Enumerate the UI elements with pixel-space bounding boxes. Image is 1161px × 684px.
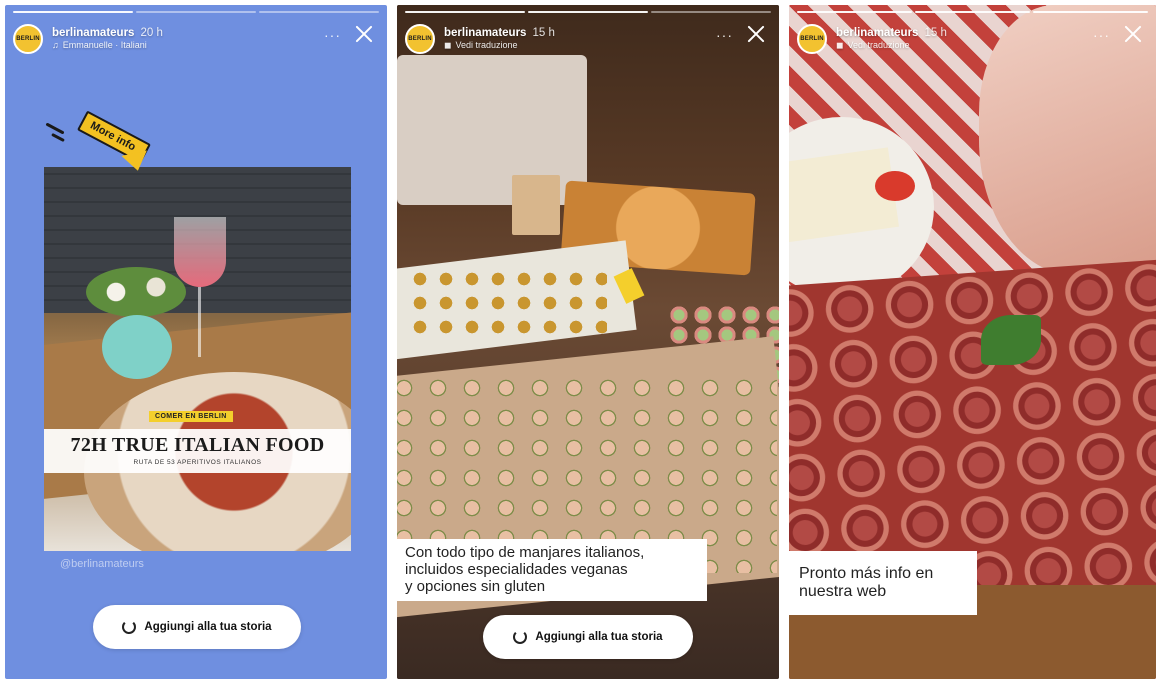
avatar-text: BERLIN (16, 36, 40, 42)
story-progress (13, 11, 379, 13)
username[interactable]: berlinamateurs (836, 27, 918, 39)
close-icon[interactable] (1122, 23, 1144, 45)
story-meta: berlinamateurs 20 h ♫ Emmanuelle · Italian… (52, 27, 163, 51)
story-caption: Pronto más info en nuestra web (789, 551, 977, 615)
post-image-glass (174, 217, 226, 287)
add-to-story-label: Aggiungi alla tua storia (535, 631, 663, 643)
progress-segment (136, 11, 256, 13)
story-caption: Con todo tipo de manjares italianos, inc… (397, 539, 707, 602)
shared-post[interactable]: COMER EN BERLIN 72H TRUE ITALIAN FOOD RU… (44, 167, 351, 551)
story-image-basil (981, 315, 1041, 365)
post-image-flowers (86, 267, 186, 317)
more-options-icon[interactable]: ··· (1093, 27, 1110, 43)
subline[interactable]: Emmanuelle · Italiani (63, 40, 147, 50)
story-frame-1[interactable]: BERLIN berlinamateurs 20 h ♫ Emmanuelle · … (5, 5, 387, 679)
post-image-stem (198, 287, 201, 357)
avatar-text: BERLIN (408, 36, 432, 42)
timestamp: 20 h (140, 27, 163, 40)
add-to-story-button[interactable]: Aggiungi alla tua storia (93, 605, 301, 649)
more-options-icon[interactable]: ··· (324, 27, 341, 43)
progress-segment (259, 11, 379, 13)
more-options-icon[interactable]: ··· (716, 27, 733, 43)
caption-line: Pronto más info en (799, 565, 934, 582)
progress-segment (13, 11, 133, 13)
add-to-story-button[interactable]: Aggiungi alla tua storia (483, 615, 693, 659)
close-icon[interactable] (353, 23, 375, 45)
username[interactable]: berlinamateurs (444, 27, 526, 39)
progress-segment (1033, 11, 1148, 13)
post-subtitle: RUTA DE 53 APERITIVOS ITALIANOS (133, 459, 262, 466)
see-translation-link[interactable]: Vedi traduzione (847, 40, 909, 50)
avatar[interactable]: BERLIN (13, 24, 43, 54)
story-header: BERLIN berlinamateurs 20 h ♫ Emmanuelle · … (13, 21, 379, 57)
story-meta: berlinamateurs 15 h ◼ Vedi traduzione (836, 27, 947, 51)
caption-line: y opciones sin gluten (405, 577, 546, 595)
avatar[interactable]: BERLIN (797, 24, 827, 54)
see-translation-link[interactable]: Vedi traduzione (455, 40, 517, 50)
story-image-tomato (875, 171, 915, 201)
translate-icon: ◼ (444, 40, 452, 51)
progress-segment (651, 11, 771, 13)
story-progress (797, 11, 1148, 13)
progress-segment (915, 11, 1030, 13)
avatar[interactable]: BERLIN (405, 24, 435, 54)
post-title: 72H TRUE ITALIAN FOOD (70, 434, 325, 456)
motion-line (45, 122, 65, 135)
refresh-icon (513, 630, 528, 644)
progress-segment (405, 11, 525, 13)
story-progress (405, 11, 771, 13)
username[interactable]: berlinamateurs (52, 27, 134, 39)
avatar-text: BERLIN (800, 36, 824, 42)
add-to-story-label: Aggiungi alla tua storia (144, 621, 272, 633)
translate-icon: ◼ (836, 40, 844, 51)
story-image-cup (512, 175, 560, 235)
story-image-arancini (407, 267, 607, 339)
story-frame-3[interactable]: BERLIN berlinamateurs 15 h ◼ Vedi traduzio… (789, 5, 1156, 679)
timestamp: 15 h (532, 27, 555, 40)
caption-line: incluidos especialidades veganas (405, 560, 628, 578)
post-tag: COMER EN BERLIN (149, 411, 233, 422)
caption-line: nuestra web (799, 582, 887, 600)
story-frame-2[interactable]: BERLIN berlinamateurs 15 h ◼ Vedi traduzio… (397, 5, 779, 679)
progress-segment (528, 11, 648, 13)
close-icon[interactable] (745, 23, 767, 45)
story-header: BERLIN berlinamateurs 15 h ◼ Vedi traduzio… (405, 21, 771, 57)
story-meta: berlinamateurs 15 h ◼ Vedi traduzione (444, 27, 555, 51)
music-icon: ♫ (52, 40, 59, 51)
caption-line: Con todo tipo de manjares italianos, (405, 544, 645, 561)
timestamp: 15 h (924, 27, 947, 40)
post-image-vase (102, 315, 172, 379)
post-title-banner: 72H TRUE ITALIAN FOOD RUTA DE 53 APERITI… (44, 429, 351, 473)
refresh-icon (122, 620, 137, 634)
progress-segment (797, 11, 912, 13)
story-header: BERLIN berlinamateurs 15 h ◼ Vedi traduzio… (797, 21, 1148, 57)
mention-link[interactable]: @berlinamateurs (60, 558, 144, 570)
